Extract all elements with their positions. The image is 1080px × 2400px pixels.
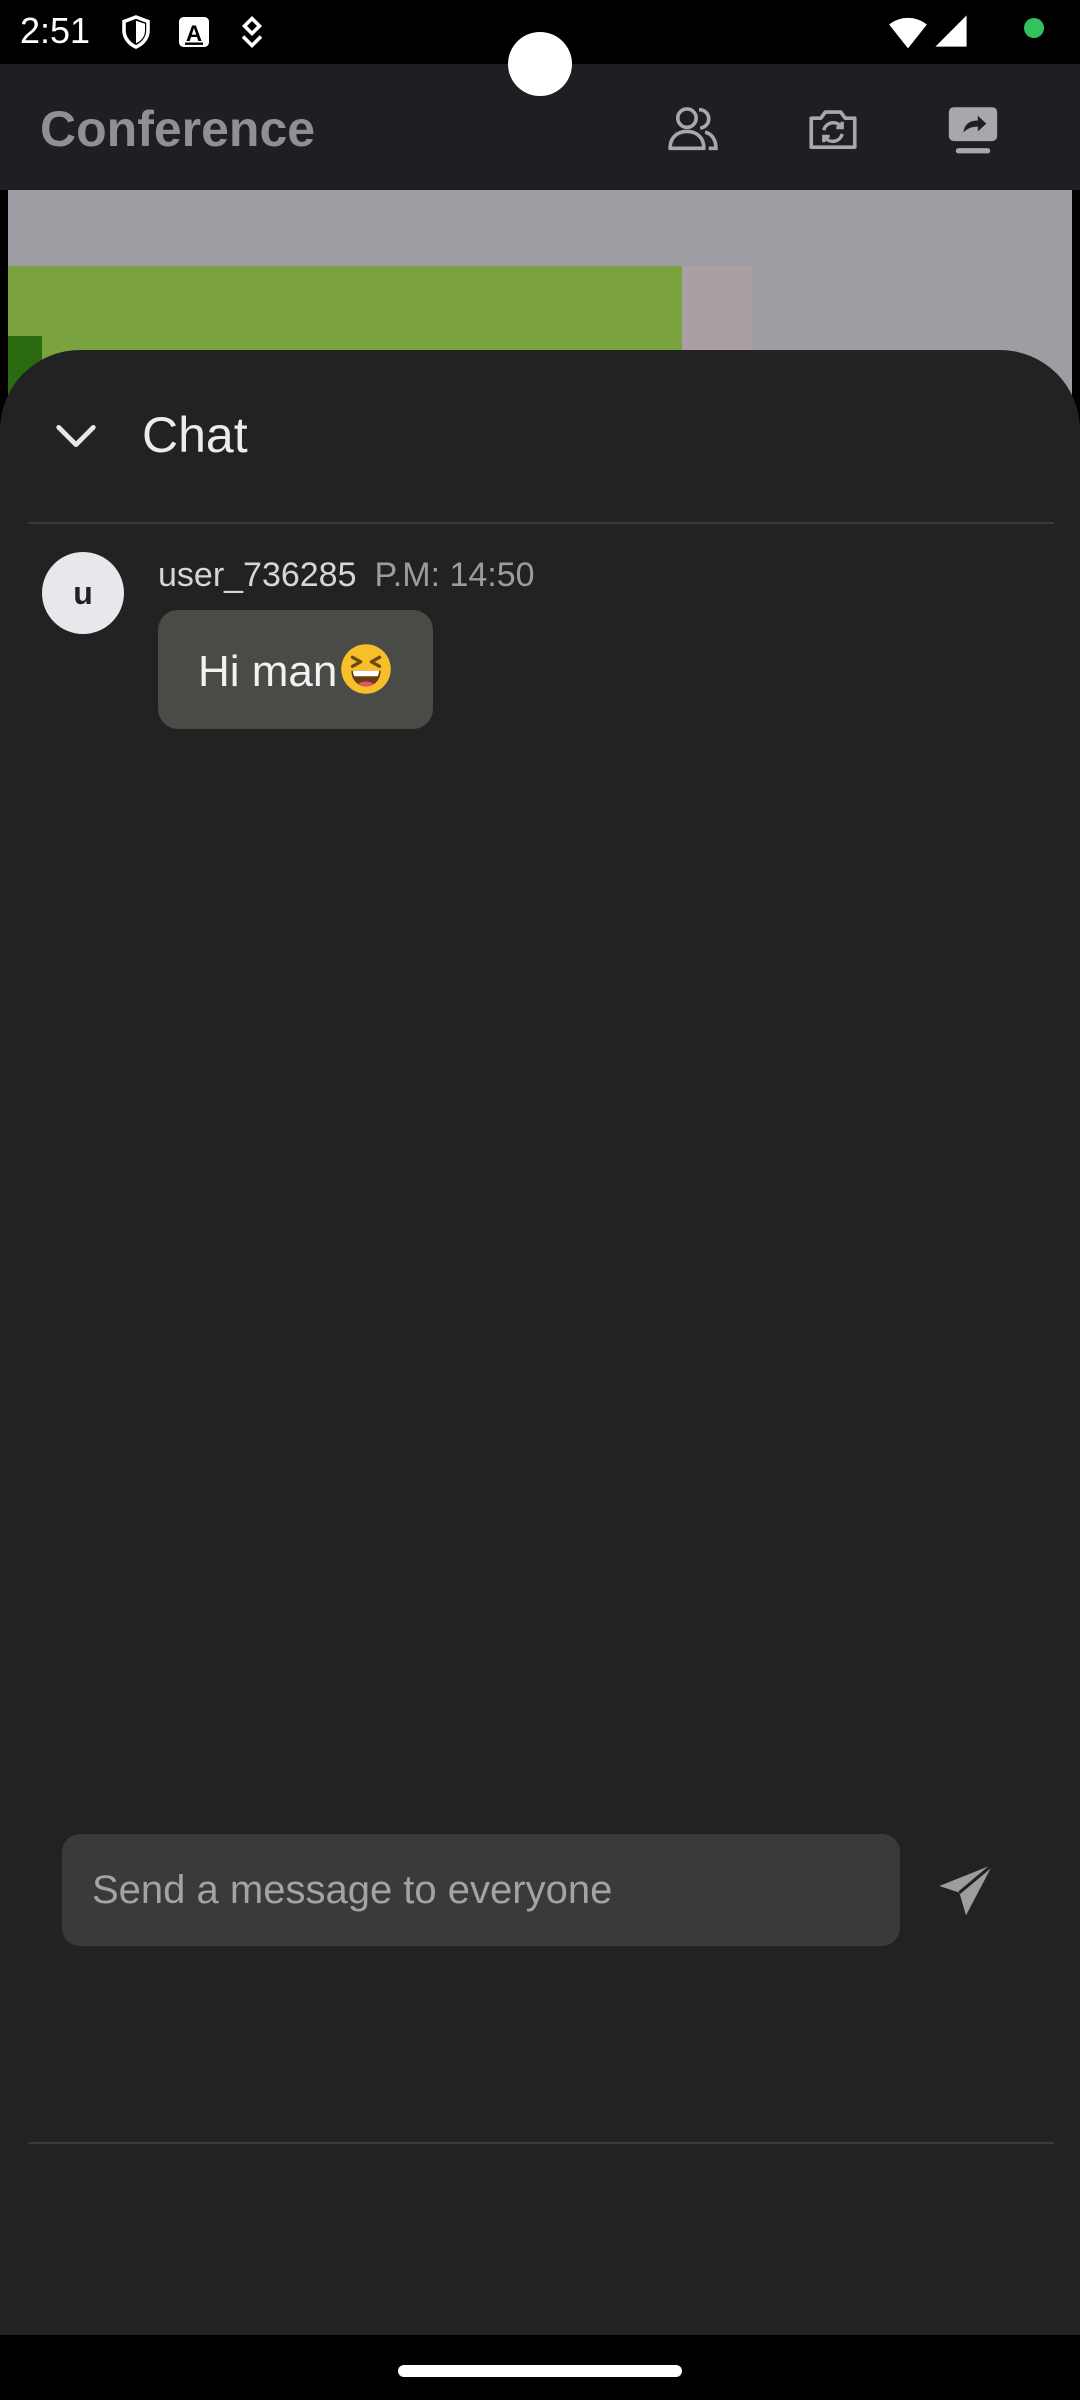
- app-title: Conference: [40, 101, 316, 157]
- chat-sheet: Chat u user_736285 P.M: 14:50 Hi man: [0, 350, 1080, 2335]
- phone-screen: 2:51 A Conference Chat u user_736285 P.M…: [0, 0, 1080, 2400]
- navigation-bar: [0, 2335, 1080, 2400]
- signal-icon: [935, 15, 967, 47]
- shield-icon: [122, 15, 150, 49]
- message-meta: user_736285 P.M: 14:50: [158, 556, 535, 595]
- message-text: Hi man: [198, 647, 338, 696]
- wifi-icon: [889, 17, 927, 49]
- status-time: 2:51: [20, 10, 91, 51]
- a-badge-icon: A: [179, 17, 209, 47]
- chat-title: Chat: [142, 407, 248, 463]
- divider: [28, 2142, 1054, 2144]
- screen-share-button[interactable]: [938, 94, 1008, 164]
- chat-header: Chat: [0, 350, 1080, 522]
- home-indicator[interactable]: [398, 2365, 682, 2377]
- send-icon: [939, 1863, 994, 1916]
- message-bubble: Hi man: [158, 610, 434, 729]
- divider: [28, 522, 1054, 524]
- front-camera-cutout: [508, 32, 572, 96]
- message-author: user_736285: [158, 556, 357, 594]
- grinning-squinting-face-icon: [341, 644, 392, 694]
- participants-icon: [668, 107, 718, 151]
- svg-text:A: A: [186, 21, 202, 46]
- participants-button[interactable]: [658, 94, 728, 164]
- screen-share-icon: [948, 107, 998, 154]
- message-time: P.M: 14:50: [374, 556, 535, 594]
- download-icon: [241, 15, 263, 49]
- privacy-dot-icon: [1024, 18, 1044, 38]
- message-input[interactable]: [62, 1834, 900, 1946]
- switch-camera-icon: [809, 110, 857, 149]
- switch-camera-button[interactable]: [798, 94, 868, 164]
- chevron-down-icon[interactable]: [50, 410, 102, 462]
- send-button[interactable]: [928, 1852, 1004, 1928]
- avatar: u: [42, 552, 124, 634]
